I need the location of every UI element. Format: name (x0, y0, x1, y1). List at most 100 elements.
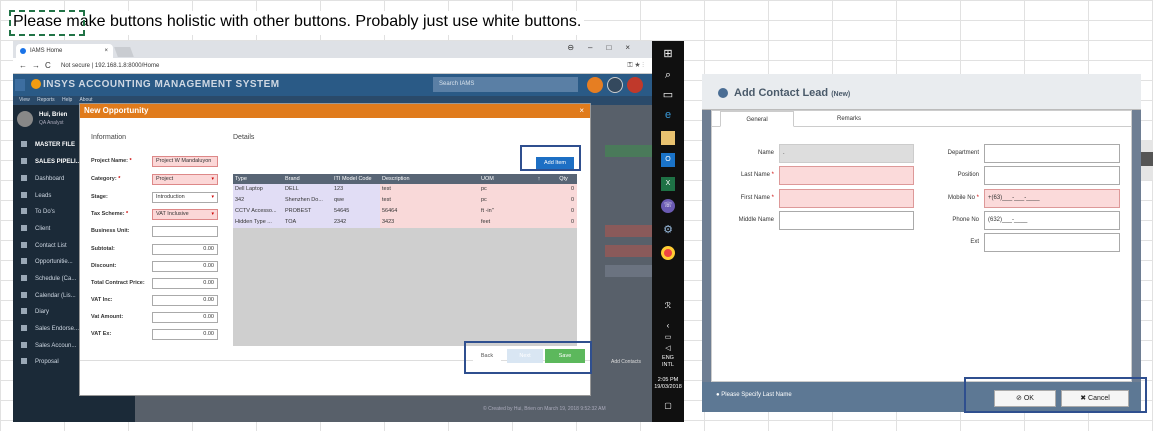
submenu-view[interactable]: View (19, 97, 30, 103)
field-input[interactable]: VAT Inclusive ▾ (152, 209, 218, 220)
contact-field-input[interactable]: +(63)___-___-____ (984, 189, 1120, 208)
task-view-icon[interactable]: ▭ (661, 88, 675, 102)
table-row[interactable]: CCTV Accesso... PROBEST 54645 56464 ft -in" 0 (233, 206, 577, 217)
excel-icon[interactable]: X (661, 177, 675, 191)
table-row[interactable]: Hidden Type ... TOA 2342 3423 feet 0 (233, 217, 577, 228)
menu-icon[interactable] (15, 79, 25, 91)
contact-field-input[interactable] (779, 166, 914, 185)
sidebar-item[interactable]: Sales Accoun... (21, 339, 76, 353)
window-controls[interactable]: ⊖–□× (567, 43, 644, 52)
table-header-cell[interactable]: Brand (283, 174, 332, 184)
app-footer: © Created by Hui, Brien on March 19, 201… (483, 406, 606, 412)
browser-tab[interactable]: IAMS Home × (16, 44, 113, 58)
search-icon[interactable]: ⌕ (661, 68, 675, 82)
sidebar-item[interactable]: Leads (21, 189, 51, 203)
table-header-cell[interactable]: ↑ (528, 174, 548, 184)
menu-circle-icon[interactable] (607, 77, 623, 93)
add-contacts-link[interactable]: Add Contacts (611, 359, 641, 365)
table-row[interactable]: Dell Laptop DELL 123 test pc 0 (233, 184, 577, 195)
viber-icon[interactable]: ☏ (661, 199, 675, 213)
sidebar-item[interactable]: SALES PIPELI... (21, 155, 81, 169)
sidebar-item[interactable]: Client (21, 222, 50, 236)
submenu-reports[interactable]: Reports (37, 97, 55, 103)
sidebar-item[interactable]: Dashboard (21, 172, 64, 186)
clock-time[interactable]: 2:05 PM (652, 377, 684, 384)
field-input[interactable]: Project ▾ (152, 174, 218, 185)
clock-date[interactable]: 19/03/2018 (652, 384, 684, 391)
table-row[interactable]: 342 Shenzhen Do... qwe test pc 0 (233, 195, 577, 206)
tab-remarks[interactable]: Remarks (812, 111, 886, 127)
contact-field-label-text: Department (947, 150, 979, 156)
search-input[interactable]: Search IAMS (433, 77, 578, 92)
status-text: Please Specify Last Name (721, 392, 792, 398)
contact-field-label: Position (917, 172, 979, 178)
sidebar-item[interactable]: Contact List (21, 239, 67, 253)
address-bar[interactable]: ←→C Not secure | 192.168.1.8:8000/Home ⚿… (13, 58, 652, 74)
chrome-icon[interactable] (661, 246, 675, 260)
edge-icon[interactable]: e (661, 108, 675, 122)
layout-label[interactable]: INTL (652, 362, 684, 369)
url-text[interactable]: 192.168.1.8:8000/Home (95, 63, 159, 69)
field-input[interactable]: Project W Mandaluyon (152, 156, 218, 167)
contact-field-input[interactable] (984, 233, 1120, 252)
table-header-cell[interactable]: Qty (548, 174, 577, 184)
dropdown-icon[interactable]: ▾ (211, 210, 214, 219)
required-marker: * (769, 172, 774, 178)
table-header-cell[interactable]: Description (380, 174, 479, 184)
contact-field-input[interactable] (984, 166, 1120, 185)
sidebar-item[interactable]: Sales Endorse... (21, 322, 79, 336)
people-icon[interactable]: ℛ (661, 299, 675, 313)
sidebar-item[interactable]: Schedule (Ca... (21, 272, 76, 286)
language-label[interactable]: ENG (652, 355, 684, 362)
dropdown-icon[interactable]: ▾ (211, 175, 214, 184)
sidebar-item[interactable]: Diary (21, 305, 49, 319)
sidebar-item[interactable]: Opportunitie... (21, 255, 73, 269)
new-tab-button[interactable] (114, 47, 134, 57)
field-label: Discount: (91, 263, 116, 269)
contact-field-input[interactable]: (632)___-____ (984, 211, 1120, 230)
close-tab-icon[interactable]: × (104, 44, 108, 58)
contact-field-label: Ext (917, 239, 979, 245)
table-header-cell[interactable]: ITI Model Code (332, 174, 380, 184)
power-icon[interactable] (627, 77, 643, 93)
field-input[interactable]: 0.00 (152, 329, 218, 340)
field-input[interactable]: Introduction ▾ (152, 192, 218, 203)
close-icon[interactable]: × (579, 104, 584, 118)
table-cell (528, 195, 548, 206)
dialog-tabs: General Remarks (712, 111, 1131, 127)
table-header-cell[interactable]: Type (233, 174, 283, 184)
outlook-icon[interactable]: O (661, 153, 675, 167)
field-input[interactable]: 0.00 (152, 295, 218, 306)
field-label: Project Name: * (91, 158, 132, 164)
notifications-icon[interactable]: ▢ (661, 399, 675, 413)
field-input[interactable]: 0.00 (152, 312, 218, 323)
volume-icon[interactable]: ◁ (661, 342, 675, 356)
sidebar-item-icon (21, 141, 27, 148)
sidebar-item[interactable]: Proposal (21, 355, 59, 369)
contact-field-input[interactable] (984, 144, 1120, 163)
dropdown-icon[interactable]: ▾ (211, 193, 214, 202)
table-header-cell[interactable]: UOM (479, 174, 528, 184)
contact-field-label-text: Middle Name (738, 217, 774, 223)
field-input[interactable]: 0.00 (152, 244, 218, 255)
tab-general[interactable]: General (720, 111, 794, 127)
submenu-help[interactable]: Help (62, 97, 72, 103)
app-icon[interactable]: ⚙ (661, 223, 675, 237)
windows-start-icon[interactable]: ⊞ (661, 47, 675, 61)
field-input[interactable]: 0.00 (152, 278, 218, 289)
file-explorer-icon[interactable] (661, 131, 675, 145)
sidebar-item[interactable]: Calendar (Lis... (21, 289, 76, 303)
contact-field-input[interactable] (779, 189, 914, 208)
star-icon[interactable]: ⚿ ★ ⋮ (627, 58, 644, 74)
sidebar-item-label: Proposal (35, 359, 59, 365)
contact-field-label: Last Name * (712, 172, 774, 178)
field-input[interactable]: 0.00 (152, 261, 218, 272)
sidebar-item[interactable]: MASTER FILE (21, 138, 75, 152)
field-input[interactable] (152, 226, 218, 237)
notification-icon[interactable] (587, 77, 603, 93)
sidebar-item[interactable]: To Do's (21, 205, 55, 219)
sidebar-item-icon (21, 342, 27, 349)
nav-icons[interactable]: ←→C (19, 58, 56, 74)
contact-field-input[interactable] (779, 211, 914, 230)
dialog-body: General Remarks Name. Last Name * First Na… (711, 110, 1132, 382)
